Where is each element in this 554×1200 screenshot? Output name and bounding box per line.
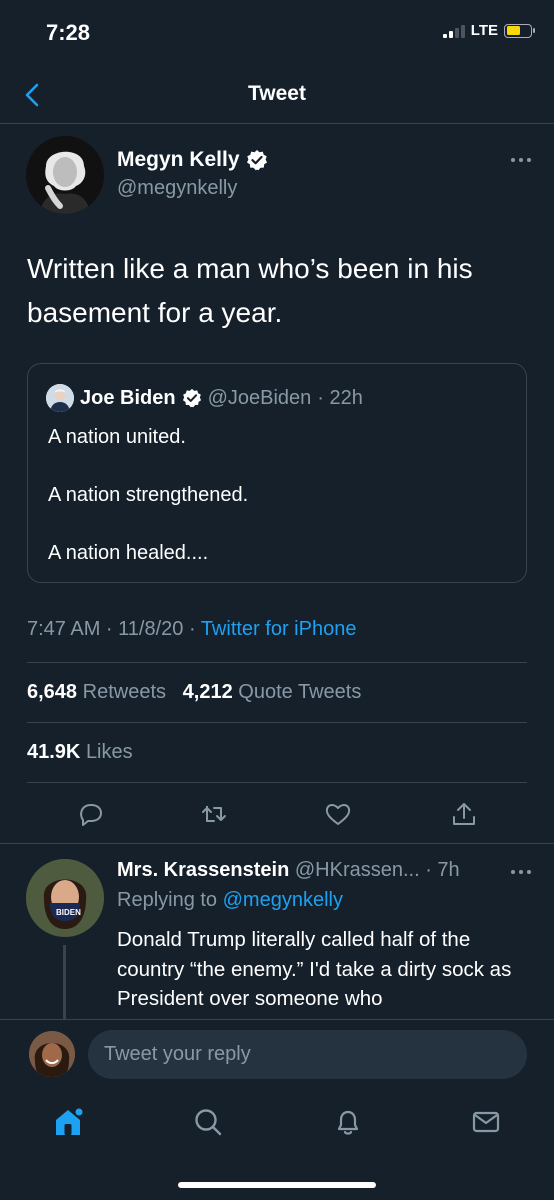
- quote-header: Joe Biden @JoeBiden · 22h: [46, 384, 363, 412]
- divider: [27, 662, 527, 663]
- likes-stats: 41.9K Likes: [27, 741, 133, 764]
- tab-search[interactable]: [192, 1106, 224, 1138]
- more-icon: [511, 870, 531, 874]
- more-options-button[interactable]: [510, 150, 532, 170]
- retweet-button[interactable]: [200, 800, 228, 828]
- author-name-text: Megyn Kelly: [117, 148, 240, 171]
- reply-header: Mrs. Krassenstein @HKrassen... · 7h: [117, 859, 460, 882]
- tweet-meta: 7:47 AM · 11/8/20 · Twitter for iPhone: [27, 618, 356, 641]
- status-time: 7:28: [46, 20, 91, 45]
- tweet-source-link[interactable]: Twitter for iPhone: [201, 618, 357, 640]
- home-icon: [56, 1108, 83, 1135]
- avatar-image: [46, 384, 74, 412]
- battery-icon: [504, 23, 535, 38]
- signal-icon: [442, 24, 465, 38]
- retweet-stats: 6,648 Retweets 4,212 Quote Tweets: [27, 681, 361, 704]
- likes-link[interactable]: 41.9K Likes: [27, 741, 133, 763]
- quote-tweets-count: 4,212: [182, 681, 233, 703]
- network-label: LTE: [470, 22, 498, 39]
- messages-icon: [472, 1111, 500, 1133]
- replying-to: Replying to @megynkelly: [117, 889, 343, 912]
- reply-author-avatar[interactable]: BIDEN: [26, 859, 104, 937]
- search-icon: [195, 1109, 222, 1136]
- more-icon: [511, 158, 531, 162]
- author-name[interactable]: Megyn Kelly: [117, 148, 268, 172]
- verified-badge-icon: [246, 150, 267, 171]
- reply-more-options-button[interactable]: [510, 862, 532, 882]
- quote-text-line: A nation strengthened.: [48, 484, 249, 506]
- avatar-image: BIDEN: [26, 859, 104, 937]
- divider: [27, 722, 527, 723]
- tab-home[interactable]: [52, 1106, 84, 1138]
- quote-text-line: A nation united.: [48, 426, 186, 448]
- retweets-label: Retweets: [82, 681, 166, 703]
- quote-tweets-label: Quote Tweets: [238, 681, 362, 703]
- reply-button[interactable]: [77, 800, 105, 828]
- notifications-icon: [337, 1110, 359, 1135]
- reply-time: · 7h: [425, 859, 460, 881]
- reply-composer: [0, 1019, 554, 1089]
- replying-to-label: Replying to: [117, 889, 223, 911]
- likes-count: 41.9K: [27, 741, 81, 763]
- page-title: Tweet: [248, 82, 306, 105]
- quote-time: · 22h: [317, 386, 363, 409]
- quote-author-avatar: [46, 384, 74, 412]
- verified-badge-icon: [182, 388, 201, 408]
- divider: [27, 782, 527, 783]
- likes-label: Likes: [85, 741, 133, 763]
- share-button[interactable]: [450, 800, 478, 828]
- reply-icon: [80, 804, 102, 826]
- divider: [0, 843, 554, 844]
- quote-author-handle: @JoeBiden: [207, 386, 312, 409]
- reply-author-handle[interactable]: @HKrassen...: [295, 859, 420, 881]
- retweets-count: 6,648: [27, 681, 78, 703]
- avatar-image: [29, 1031, 75, 1077]
- status-indicators: LTE: [442, 22, 535, 39]
- tab-notifications[interactable]: [332, 1106, 364, 1138]
- reply-author-name[interactable]: Mrs. Krassenstein: [117, 859, 289, 881]
- tweet-text-line: Written like a man who’s been in his: [27, 253, 473, 284]
- tab-messages[interactable]: [470, 1106, 502, 1138]
- thread-line: [63, 945, 66, 1020]
- current-user-avatar[interactable]: [29, 1031, 75, 1077]
- quote-tweets-link[interactable]: 4,212 Quote Tweets: [183, 681, 362, 703]
- top-bar: Tweet: [0, 66, 554, 124]
- svg-text:BIDEN: BIDEN: [56, 908, 81, 917]
- author-handle[interactable]: @megynkelly: [117, 177, 237, 200]
- home-indicator[interactable]: [178, 1182, 376, 1188]
- quote-text-line: A nation healed....: [48, 542, 209, 564]
- status-bar: 7:28 LTE: [0, 0, 554, 66]
- tweet-timestamp: 7:47 AM · 11/8/20 ·: [27, 618, 201, 640]
- quoted-tweet[interactable]: Joe Biden @JoeBiden · 22h A nation unite…: [27, 363, 527, 583]
- replying-to-handle[interactable]: @megynkelly: [223, 889, 343, 911]
- reply-input[interactable]: [88, 1030, 527, 1079]
- like-icon: [325, 804, 351, 825]
- reply-text: Donald Trump literally called half of th…: [117, 928, 512, 1010]
- share-icon: [453, 803, 475, 825]
- avatar-image: [26, 136, 104, 214]
- quote-author-name: Joe Biden: [80, 386, 176, 409]
- retweets-link[interactable]: 6,648 Retweets: [27, 681, 166, 703]
- tweet-text-line: basement for a year.: [27, 297, 283, 328]
- like-button[interactable]: [324, 800, 352, 828]
- retweet-icon: [202, 806, 226, 822]
- author-avatar[interactable]: [26, 136, 104, 214]
- tweet-text: Written like a man who’s been in his bas…: [27, 247, 527, 335]
